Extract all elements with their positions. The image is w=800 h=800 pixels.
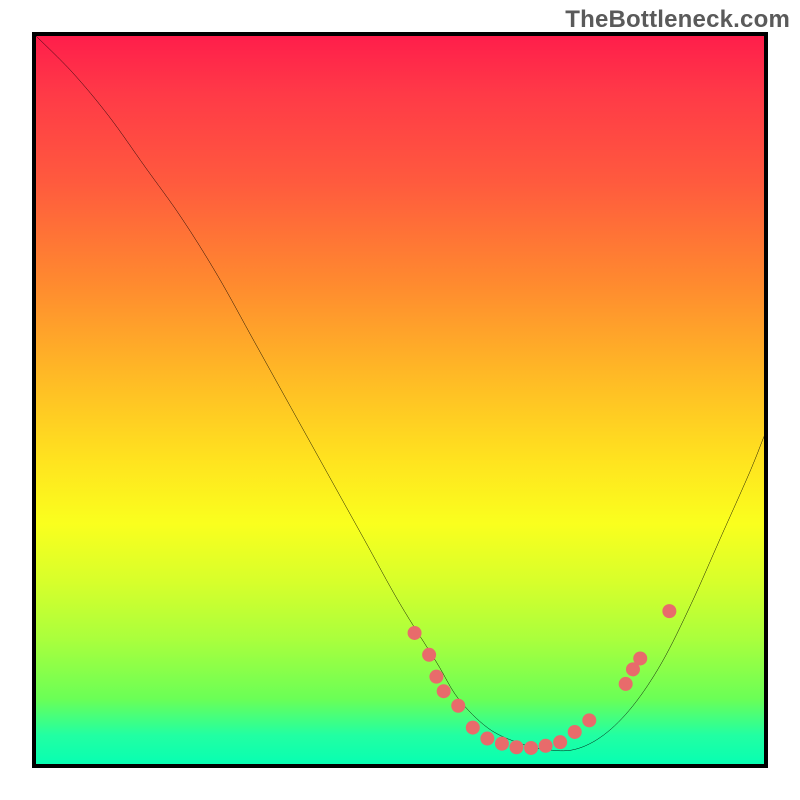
highlight-point	[633, 651, 647, 665]
highlight-point	[495, 737, 509, 751]
plot-frame	[32, 32, 768, 768]
highlight-point	[619, 677, 633, 691]
highlight-point	[437, 684, 451, 698]
highlight-point	[408, 626, 422, 640]
watermark-label: TheBottleneck.com	[565, 6, 790, 34]
highlight-point	[539, 739, 553, 753]
highlight-point	[524, 741, 538, 755]
highlight-markers	[408, 604, 677, 755]
highlight-point	[480, 732, 494, 746]
highlight-point	[422, 648, 436, 662]
chart-container: TheBottleneck.com	[0, 0, 800, 800]
bottleneck-curve-path	[36, 36, 764, 751]
highlight-point	[451, 699, 465, 713]
highlight-point	[509, 740, 523, 754]
curve-svg	[36, 36, 764, 764]
highlight-point	[662, 604, 676, 618]
highlight-point	[553, 735, 567, 749]
highlight-point	[429, 670, 443, 684]
highlight-point	[568, 725, 582, 739]
highlight-point	[466, 721, 480, 735]
highlight-point	[582, 713, 596, 727]
